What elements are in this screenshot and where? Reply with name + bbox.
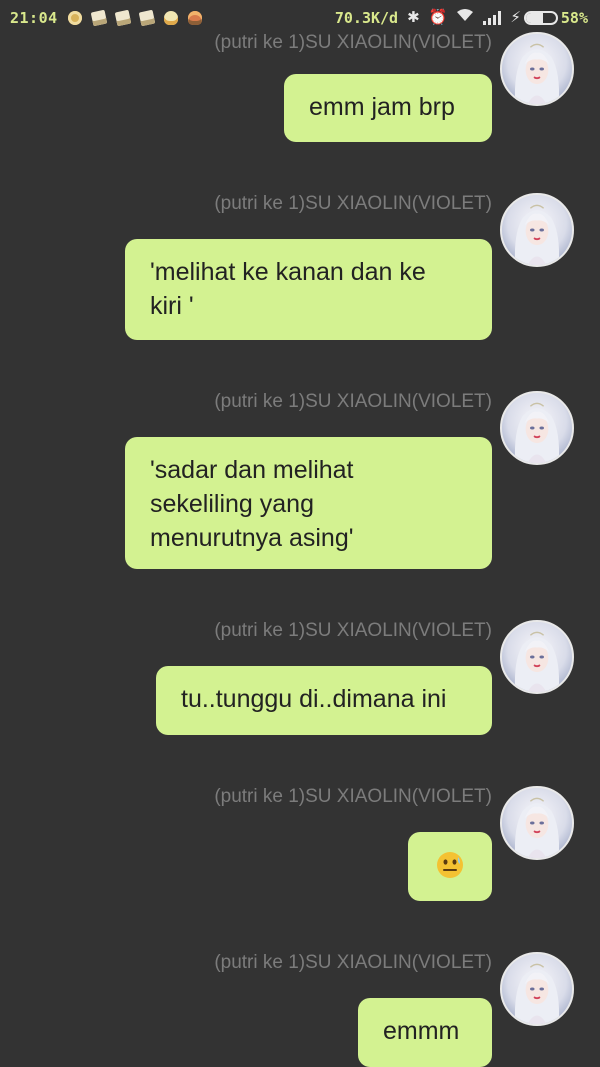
charging-icon: ⚡ bbox=[510, 8, 521, 26]
message-bubble[interactable]: 'sadar dan melihat sekeliling yang menur… bbox=[125, 437, 492, 569]
sender-avatar[interactable] bbox=[500, 620, 574, 694]
message-bubble[interactable]: 'melihat ke kanan dan ke kiri ' bbox=[125, 239, 492, 340]
sender-name: (putri ke 1)SU XIAOLIN(VIOLET) bbox=[214, 620, 492, 641]
battery-indicator: ⚡ 58% bbox=[510, 9, 588, 27]
message-bubble[interactable]: tu..tunggu di..dimana ini bbox=[156, 666, 492, 735]
message-line: emmm bbox=[383, 1017, 460, 1045]
status-time: 21:04 bbox=[10, 9, 58, 27]
sender-name: (putri ke 1)SU XIAOLIN(VIOLET) bbox=[214, 193, 492, 214]
alarm-icon: ⏰ bbox=[428, 8, 448, 26]
card-icon bbox=[90, 9, 107, 27]
battery-percent: 58% bbox=[560, 8, 588, 27]
pizza-icon bbox=[67, 11, 82, 25]
message-line: sekeliling yang bbox=[150, 490, 314, 518]
message-bubble[interactable]: emm jam brp bbox=[284, 74, 492, 142]
bluetooth-icon: ✱ bbox=[407, 8, 420, 26]
sender-avatar[interactable] bbox=[500, 32, 574, 106]
message-line: emm jam brp bbox=[309, 93, 455, 121]
sender-name: (putri ke 1)SU XIAOLIN(VIOLET) bbox=[214, 952, 492, 973]
duck-icon bbox=[163, 11, 178, 25]
sender-avatar[interactable] bbox=[500, 391, 574, 465]
wifi-icon bbox=[456, 8, 474, 27]
message-line: kiri ' bbox=[150, 292, 194, 320]
sender-avatar[interactable] bbox=[500, 786, 574, 860]
sender-avatar[interactable] bbox=[500, 952, 574, 1026]
message-bubble[interactable] bbox=[408, 832, 492, 901]
sender-avatar[interactable] bbox=[500, 193, 574, 267]
message-line: 'sadar dan melihat bbox=[150, 456, 354, 484]
message-line: tu..tunggu di..dimana ini bbox=[181, 685, 447, 713]
message-line: menurutnya asing' bbox=[150, 524, 354, 552]
nervous-face-emoji bbox=[435, 850, 465, 880]
battery-icon bbox=[523, 10, 558, 25]
card-icon bbox=[114, 9, 131, 27]
sender-name: (putri ke 1)SU XIAOLIN(VIOLET) bbox=[214, 32, 492, 53]
message-bubble[interactable]: emmm bbox=[358, 998, 492, 1067]
message-line: 'melihat ke kanan dan ke bbox=[150, 258, 426, 286]
sender-name: (putri ke 1)SU XIAOLIN(VIOLET) bbox=[214, 786, 492, 807]
signal-icon bbox=[483, 10, 502, 25]
network-speed: 70.3K/d bbox=[334, 8, 399, 27]
burger-icon bbox=[187, 11, 202, 25]
card-icon bbox=[138, 9, 155, 27]
sender-name: (putri ke 1)SU XIAOLIN(VIOLET) bbox=[214, 391, 492, 412]
